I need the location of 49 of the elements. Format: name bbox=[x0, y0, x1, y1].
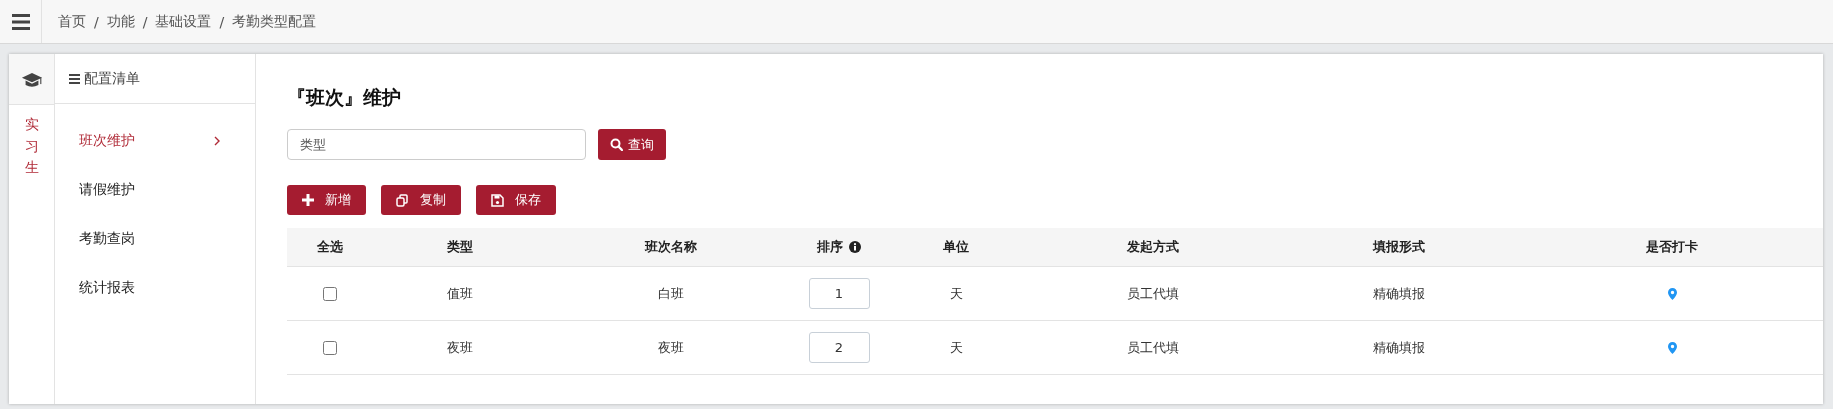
table-cell: 夜班 bbox=[447, 338, 473, 357]
table-cell: 白班 bbox=[658, 284, 684, 303]
column-header: 单位 bbox=[943, 238, 969, 256]
copy-icon bbox=[396, 193, 409, 207]
menu-icon bbox=[11, 12, 30, 31]
save-icon bbox=[491, 193, 504, 207]
column-header: 类型 bbox=[447, 238, 473, 256]
breadcrumb-item: 考勤类型配置 bbox=[232, 12, 317, 31]
menu-icon bbox=[69, 73, 80, 84]
copy-button[interactable]: 复制 bbox=[381, 185, 461, 215]
breadcrumb-separator: / bbox=[142, 13, 148, 30]
table-cell: 员工代填 bbox=[1127, 284, 1179, 303]
row-checkbox[interactable] bbox=[323, 340, 337, 355]
save-button[interactable]: 保存 bbox=[476, 185, 556, 215]
breadcrumb-item[interactable]: 基础设置 bbox=[155, 12, 212, 31]
table-cell: 精确填报 bbox=[1373, 338, 1425, 357]
search-icon bbox=[610, 138, 623, 151]
column-header: 是否打卡 bbox=[1646, 238, 1698, 256]
breadcrumb-separator: / bbox=[94, 13, 99, 30]
add-button[interactable]: 新增 bbox=[287, 185, 366, 215]
column-header: 填报形式 bbox=[1373, 238, 1425, 256]
column-header: 全选 bbox=[317, 238, 343, 256]
table-cell: 员工代填 bbox=[1127, 338, 1179, 357]
role-label[interactable]: 实习生 bbox=[24, 114, 39, 180]
table-cell: 精确填报 bbox=[1373, 284, 1425, 303]
order-field[interactable]: 1 bbox=[808, 278, 870, 309]
plus-icon bbox=[302, 194, 314, 206]
breadcrumb-separator: / bbox=[219, 13, 225, 30]
order-field[interactable]: 2 bbox=[808, 332, 870, 363]
chevron-right-icon bbox=[214, 135, 221, 146]
breadcrumb-item[interactable]: 功能 bbox=[106, 12, 135, 31]
table-cell: 天 bbox=[949, 284, 963, 303]
page-title: 『班次』维护 bbox=[287, 85, 402, 109]
search-field[interactable]: 类型 bbox=[287, 129, 586, 160]
graduation-cap-icon bbox=[20, 70, 43, 88]
table-cell: 夜班 bbox=[658, 338, 684, 357]
search-button[interactable]: 查询 bbox=[598, 129, 666, 160]
menu-item[interactable]: 班次维护 bbox=[55, 116, 255, 165]
menu-item[interactable]: 请假维护 bbox=[55, 165, 255, 214]
table-cell: 天 bbox=[949, 338, 963, 357]
column-header: 排序 bbox=[817, 238, 843, 256]
menu-title: 配置清单 bbox=[84, 69, 140, 88]
menu-item[interactable]: 考勤查岗 bbox=[55, 214, 255, 263]
row-checkbox[interactable] bbox=[323, 286, 337, 301]
breadcrumb-item[interactable]: 首页 bbox=[58, 12, 86, 31]
table-cell: 值班 bbox=[447, 284, 473, 303]
menu-item[interactable]: 统计报表 bbox=[55, 263, 255, 312]
column-header: 班次名称 bbox=[645, 238, 697, 256]
column-header: 发起方式 bbox=[1127, 238, 1179, 256]
